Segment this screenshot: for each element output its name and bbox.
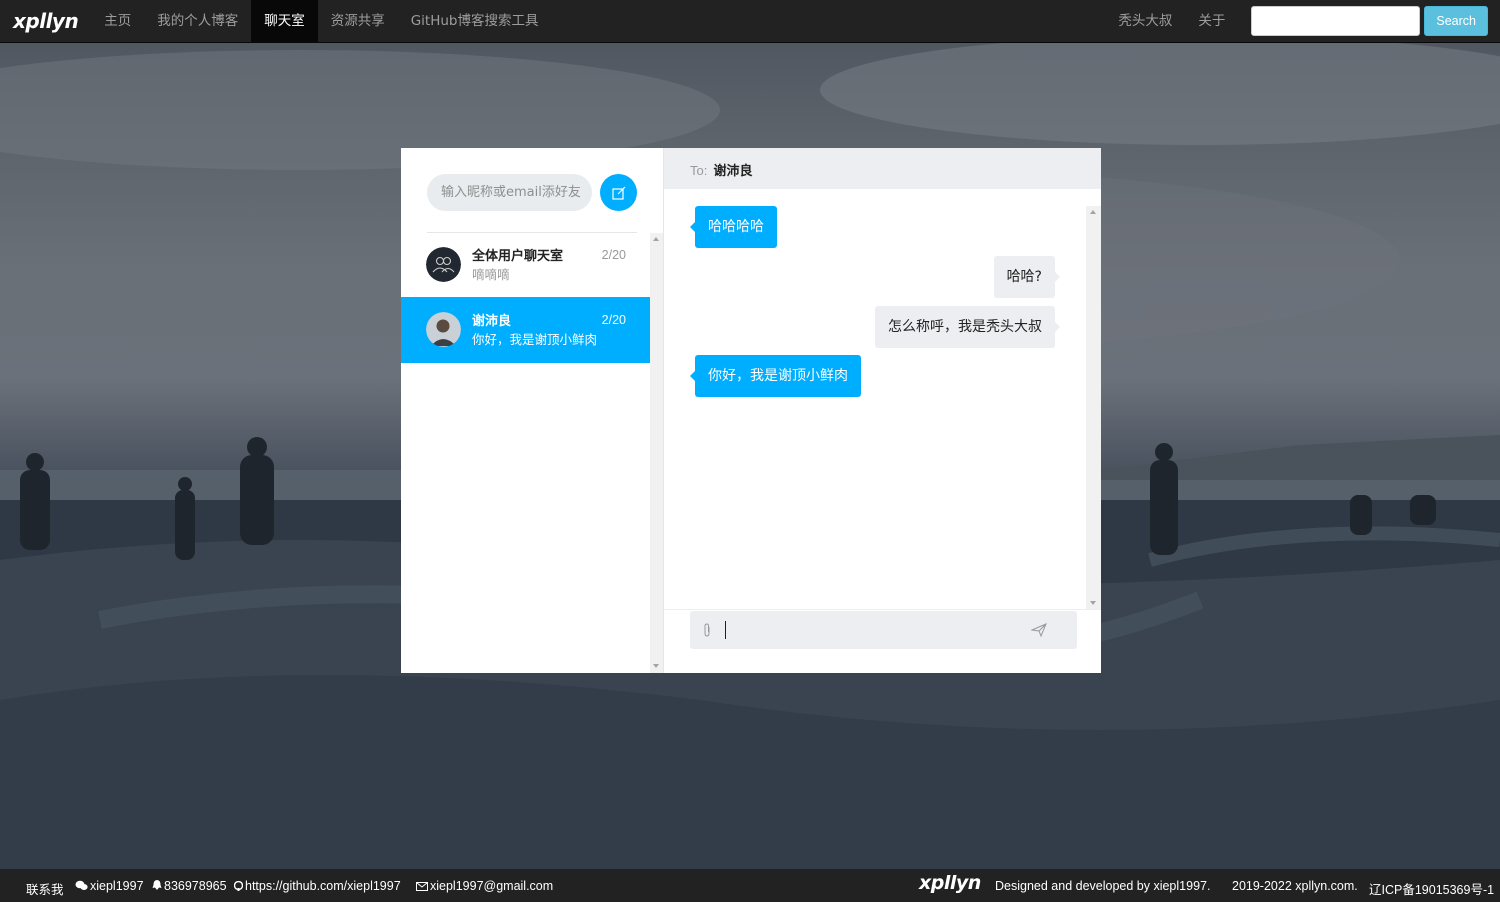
github-link[interactable]: https://github.com/xiepl1997 [245, 879, 401, 893]
message-bubble-sent: 哈哈? [993, 256, 1061, 298]
recipient-header: To: 谢沛良 [664, 148, 1101, 189]
footer-brand-logo: xpllyn [919, 872, 981, 894]
add-friend-bar: 输入昵称或email添好友 [401, 148, 663, 233]
nav-blog[interactable]: 我的个人博客 [144, 0, 251, 43]
chat-window: 输入昵称或email添好友 全体用户聊天室 2/20 嘀嘀嘀 谢沛良 2/20 … [401, 148, 1101, 673]
text-caret [725, 621, 726, 639]
footer-icp[interactable]: 辽ICP备19015369号-1 [1369, 879, 1494, 898]
footer-email[interactable]: xiepl1997@gmail.com [416, 879, 553, 894]
avatar [426, 312, 461, 347]
footer-copyright: 2019-2022 xpllyn.com. [1232, 879, 1358, 893]
group-icon [426, 247, 461, 282]
nav-user[interactable]: 秃头大叔 [1105, 0, 1185, 43]
brand-logo[interactable]: xpllyn [0, 0, 91, 43]
github-icon [233, 880, 244, 894]
message-input[interactable] [690, 611, 1077, 649]
email-address: xiepl1997@gmail.com [430, 879, 554, 893]
recipient-name: 谢沛良 [713, 164, 753, 179]
contact-date: 2/20 [601, 248, 626, 262]
footer: 联系我 xiepl1997 836978965 https://github.c… [0, 869, 1500, 902]
edit-icon [611, 186, 625, 200]
message-bubble-received: 哈哈哈哈 [690, 206, 777, 248]
contact-last-message: 嘀嘀嘀 [472, 267, 510, 282]
sidebar-scrollbar[interactable] [650, 233, 663, 673]
attachment-icon[interactable] [702, 623, 712, 641]
wechat-icon [75, 880, 88, 894]
nav-github-search[interactable]: GitHub博客搜索工具 [398, 0, 552, 43]
footer-contact-label: 联系我 [26, 883, 64, 897]
wechat-id: xiepl1997 [90, 879, 144, 893]
scroll-up-icon[interactable] [1090, 210, 1096, 214]
nav-about[interactable]: 关于 [1185, 0, 1238, 43]
scroll-down-icon[interactable] [1090, 601, 1096, 605]
footer-wechat[interactable]: xiepl1997 [75, 879, 144, 894]
nav-chatroom[interactable]: 聊天室 [251, 0, 318, 43]
contact-item-group[interactable]: 全体用户聊天室 2/20 嘀嘀嘀 [401, 232, 650, 298]
search-button[interactable]: Search [1424, 6, 1488, 36]
message-bubble-sent: 怎么称呼，我是秃头大叔 [875, 306, 1060, 348]
add-friend-input[interactable]: 输入昵称或email添好友 [427, 174, 592, 211]
contact-date: 2/20 [601, 313, 626, 327]
add-friend-button[interactable] [600, 174, 637, 211]
footer-designed-by: Designed and developed by xiepl1997. [995, 879, 1211, 893]
contact-name: 全体用户聊天室 [472, 249, 564, 264]
message-bubble-received: 你好，我是谢顶小鲜肉 [690, 355, 861, 397]
contact-sidebar: 输入昵称或email添好友 全体用户聊天室 2/20 嘀嘀嘀 谢沛良 2/20 … [401, 148, 664, 673]
messages-scrollbar[interactable] [1086, 206, 1101, 609]
nav-resources[interactable]: 资源共享 [318, 0, 398, 43]
navbar-right: 秃头大叔 关于 Search [1105, 0, 1500, 43]
scroll-up-icon[interactable] [653, 237, 659, 241]
footer-qq[interactable]: 836978965 [152, 879, 227, 894]
nav-home[interactable]: 主页 [91, 0, 144, 43]
compose-area [664, 609, 1101, 673]
to-label: To: [690, 163, 708, 178]
conversation-panel: To: 谢沛良 哈哈哈哈 哈哈? 怎么称呼，我是秃头大叔 你好，我是谢顶小鲜肉 [664, 148, 1101, 673]
scroll-down-icon[interactable] [653, 664, 659, 668]
contact-last-message: 你好，我是谢顶小鲜肉 [472, 332, 598, 347]
mail-icon [416, 880, 428, 894]
search-input[interactable] [1251, 6, 1421, 36]
navbar: xpllyn 主页 我的个人博客 聊天室 资源共享 GitHub博客搜索工具 秃… [0, 0, 1500, 43]
footer-github[interactable]: https://github.com/xiepl1997 [233, 879, 401, 894]
qq-icon [152, 879, 162, 894]
qq-number: 836978965 [164, 879, 227, 893]
contact-item-selected[interactable]: 谢沛良 2/20 你好，我是谢顶小鲜肉 [401, 297, 650, 363]
contact-name: 谢沛良 [472, 314, 512, 329]
send-icon[interactable] [1030, 623, 1047, 641]
